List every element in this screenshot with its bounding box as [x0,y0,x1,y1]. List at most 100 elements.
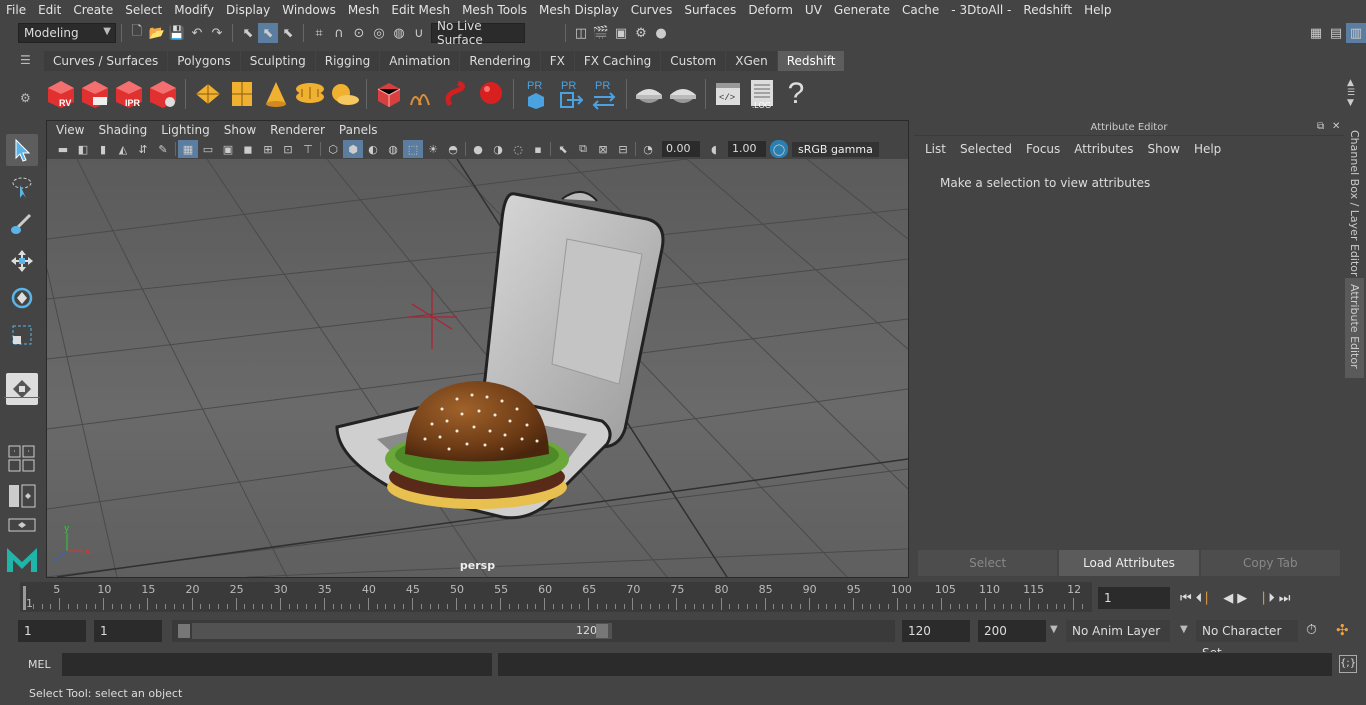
menu-select[interactable]: Select [119,3,168,17]
shelf-tab-xgen[interactable]: XGen [726,51,777,71]
menu-mesh-display[interactable]: Mesh Display [533,3,625,17]
rs-proxy-button[interactable] [372,76,406,112]
move-tool-icon[interactable] [6,245,38,277]
menu-create[interactable]: Create [67,3,119,17]
script-editor-icon[interactable]: {;} [1339,655,1357,673]
color-management-icon[interactable]: ◯ [770,140,788,158]
depth-of-field-icon[interactable]: ▪ [528,140,548,158]
go-to-start-icon[interactable]: ⏮ [1180,591,1192,606]
gamma-field[interactable]: 1.00 [728,141,766,157]
rs-help-button[interactable]: ? [779,76,813,112]
menu-redshift[interactable]: Redshift [1017,3,1078,17]
rs-material-2-button[interactable] [666,76,700,112]
step-forward-frame-icon[interactable]: ⎹ [1251,591,1264,606]
viewport-menu-view[interactable]: View [49,123,91,137]
menu-surfaces[interactable]: Surfaces [678,3,742,17]
scene-end-field[interactable]: 200 [978,620,1046,642]
tab-attribute-editor[interactable]: Attribute Editor [1345,278,1364,378]
shelf-tab-animation[interactable]: Animation [380,51,460,71]
chevron-down-icon[interactable]: ▼ [1050,624,1058,635]
rs-sphere-button[interactable] [474,76,508,112]
render-icon[interactable]: 🎬 [591,23,611,43]
motion-blur-icon[interactable]: ◑ [488,140,508,158]
gate-mask-icon[interactable]: ◼ [238,140,258,158]
menu-file[interactable]: File [0,3,32,17]
layout-single-icon[interactable] [6,373,38,405]
shelf-tab-fx-caching[interactable]: FX Caching [574,51,661,71]
rs-hair-button[interactable] [440,76,474,112]
snap-magnet-icon[interactable]: ∪ [409,23,429,43]
snap-surface-icon[interactable]: ◍ [389,23,409,43]
menu-mesh[interactable]: Mesh [342,3,386,17]
tab-channel-box[interactable]: Channel Box / Layer Editor [1348,130,1361,280]
play-backwards-icon[interactable]: ◀ [1223,591,1233,606]
wireframe-icon[interactable]: ⬡ [323,140,343,158]
shelf-tab-sculpting[interactable]: Sculpting [240,51,315,71]
playback-end-field[interactable]: 120 [902,620,970,642]
rs-script-button[interactable]: </> [711,76,745,112]
menu-windows[interactable]: Windows [276,3,342,17]
lasso-tool-icon[interactable] [6,171,38,203]
workspace-icon[interactable]: ▦ [1306,23,1326,43]
xray-active-icon[interactable]: ⊠ [593,140,613,158]
rs-ies-light-button[interactable] [293,76,327,112]
ae-menu-list[interactable]: List [918,142,953,156]
select-object-icon[interactable]: ⬉ [258,23,278,43]
rs-area-light-button[interactable] [225,76,259,112]
ae-menu-focus[interactable]: Focus [1019,142,1067,156]
rs-material-button[interactable] [632,76,666,112]
smooth-shade-icon[interactable]: ⬢ [343,140,363,158]
wireframe-on-shaded-icon[interactable]: ◐ [363,140,383,158]
layout-graph-icon[interactable] [8,518,36,532]
viewport-menu-show[interactable]: Show [217,123,263,137]
snap-curve-icon[interactable]: ∩ [329,23,349,43]
render-settings-icon[interactable]: ⚙ [631,23,651,43]
color-space-dropdown[interactable]: sRGB gamma [792,141,879,157]
go-to-end-icon[interactable]: ⏭ [1279,591,1291,606]
live-surface-field[interactable]: No Live Surface [431,19,525,47]
time-slider[interactable]: 1 5 10 15 20 25 30 35 40 45 50 55 60 65 70 75 80 85 90 95 10… [20,582,1092,612]
render-view-icon[interactable]: ◫ [571,23,591,43]
exposure-field[interactable]: 0.00 [662,141,700,157]
step-back-frame-icon[interactable]: ⎸ [1206,591,1219,606]
shelf-settings-icon[interactable]: ⚙ [20,91,36,105]
anim-layer-dropdown[interactable]: No Anim Layer [1066,620,1170,642]
shelf-menu-icon[interactable]: ☰ [20,53,36,67]
rs-pr-box-button[interactable]: PR [519,76,553,112]
viewport-menu-shading[interactable]: Shading [91,123,154,137]
hypershade-icon[interactable]: ● [651,23,671,43]
undo-icon[interactable]: ↶ [187,23,207,43]
layout-outliner-icon[interactable] [8,484,36,508]
xray-joints-icon[interactable]: ⧉ [573,140,593,158]
menu-generate[interactable]: Generate [828,3,896,17]
range-slider[interactable]: 1 120 [172,620,895,642]
chevron-down-icon[interactable]: ▼ [1180,624,1188,635]
bookmark-icon[interactable]: ▮ [93,140,113,158]
shadows-icon[interactable]: ☀ [423,140,443,158]
menu-set-dropdown[interactable]: Modeling ▼ [18,23,116,43]
play-forwards-icon[interactable]: ▶ [1237,591,1247,606]
rs-pr-export-button[interactable]: PR [553,76,587,112]
menu-uv[interactable]: UV [799,3,828,17]
ae-menu-help[interactable]: Help [1187,142,1228,156]
rs-render-frame-button[interactable] [78,76,112,112]
redo-icon[interactable]: ↷ [207,23,227,43]
menu-modify[interactable]: Modify [168,3,220,17]
rs-log-button[interactable]: .LOG [745,76,779,112]
hud-icon[interactable]: ⊟ [613,140,633,158]
gamma-icon[interactable]: ◖ [704,140,724,158]
rs-pr-convert-button[interactable]: PR [587,76,621,112]
ae-menu-attributes[interactable]: Attributes [1067,142,1140,156]
xray-icon[interactable]: ◓ [443,140,463,158]
close-icon[interactable]: ✕ [1332,121,1340,132]
shelf-tab-custom[interactable]: Custom [661,51,726,71]
viewport-3d-scene[interactable]: yxz persp [46,158,909,578]
use-lights-icon[interactable]: ⬚ [403,140,423,158]
textured-icon[interactable]: ◍ [383,140,403,158]
antialias-icon[interactable]: ◌ [508,140,528,158]
command-input[interactable] [62,653,492,676]
open-scene-icon[interactable]: 📂 [147,23,167,43]
safe-title-icon[interactable]: ⊤ [298,140,318,158]
rs-spot-light-button[interactable] [259,76,293,112]
snap-view-icon[interactable]: ◎ [369,23,389,43]
